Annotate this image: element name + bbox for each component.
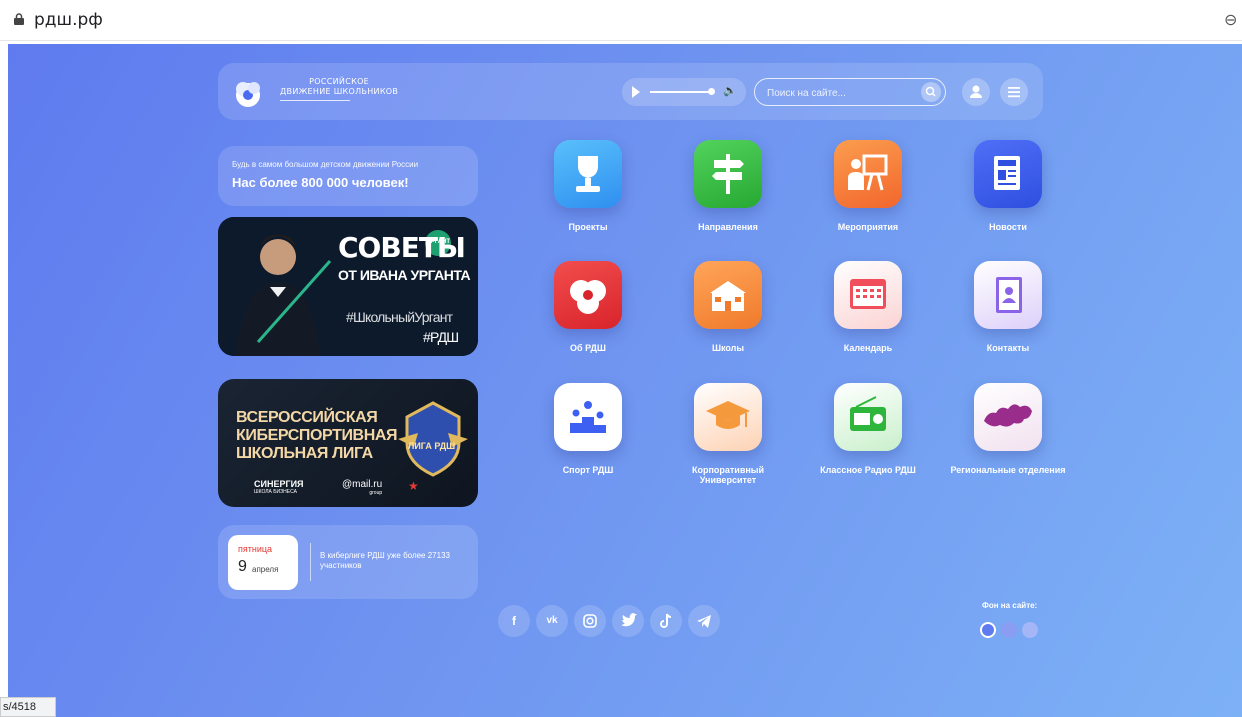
logo-text[interactable]: РОССИЙСКОЕ ДВИЖЕНИЕ ШКОЛЬНИКОВ bbox=[280, 77, 398, 97]
facebook-icon[interactable]: f bbox=[498, 605, 530, 637]
signpost-icon bbox=[694, 140, 762, 208]
search-icon bbox=[925, 86, 936, 97]
user-icon bbox=[970, 85, 982, 98]
search-input[interactable] bbox=[765, 83, 919, 103]
volume-track[interactable] bbox=[650, 91, 710, 93]
podium-icon bbox=[554, 383, 622, 451]
background-option-2[interactable] bbox=[1001, 622, 1017, 638]
date-note: В киберлиге РДШ уже более 27133 участник… bbox=[320, 551, 450, 570]
address-url[interactable]: рдш.рф bbox=[34, 10, 103, 30]
date-card: пятница 9 апреля В киберлиге РДШ уже бол… bbox=[218, 525, 478, 599]
date-month: апреля bbox=[252, 565, 279, 574]
audio-player: 🔈 bbox=[622, 78, 746, 106]
date-weekday: пятница bbox=[238, 544, 273, 554]
banner-urgant[interactable]: СОВЕТЫ УРГАНТ ОТ ИВАНА УРГАНТА #Школьный… bbox=[218, 217, 478, 356]
tile-label: Спорт РДШ bbox=[562, 465, 614, 475]
sponsor-synergy: СИНЕРГИЯ ШКОЛА БИЗНЕСА bbox=[254, 479, 304, 495]
tile-sport[interactable]: Спорт РДШ bbox=[528, 383, 648, 475]
user-button[interactable] bbox=[962, 78, 990, 106]
badge-text: УРГАНТ bbox=[427, 239, 451, 245]
russia-map-icon bbox=[974, 383, 1042, 451]
rdsh-logo-icon bbox=[554, 261, 622, 329]
newspaper-icon bbox=[974, 140, 1042, 208]
tagline-big: Нас более 800 000 человек! bbox=[232, 175, 409, 190]
background-picker-title: Фон на сайте: bbox=[982, 601, 1038, 610]
tiktok-icon[interactable] bbox=[650, 605, 682, 637]
background-option-1[interactable] bbox=[980, 622, 996, 638]
hamburger-icon bbox=[1008, 87, 1020, 98]
search-box bbox=[754, 78, 946, 106]
logo-underline bbox=[280, 100, 350, 101]
tile-label: Календарь bbox=[843, 343, 893, 353]
status-bar-url: s/4518 bbox=[0, 697, 56, 717]
banner-hashtag-rdsh: #РДШ bbox=[423, 329, 459, 345]
banner-cyberleague[interactable]: ВСЕРОССИЙСКАЯ КИБЕРСПОРТИВНАЯ ШКОЛЬНАЯ Л… bbox=[218, 379, 478, 507]
tile-contacts[interactable]: Контакты bbox=[948, 261, 1068, 353]
sponsor-star-icon: ★ bbox=[408, 479, 419, 493]
tile-label: Новости bbox=[989, 222, 1027, 232]
speaker-icon[interactable]: 🔈 bbox=[723, 84, 737, 97]
tile-label: Региональные отделения bbox=[950, 465, 1066, 475]
menu-button[interactable] bbox=[1000, 78, 1028, 106]
tagline-card: Будь в самом большом детском движении Ро… bbox=[218, 146, 478, 206]
instagram-icon[interactable] bbox=[574, 605, 606, 637]
graduation-cap-icon bbox=[694, 383, 762, 451]
rdsh-logo-icon[interactable] bbox=[232, 77, 264, 107]
tile-projects[interactable]: Проекты bbox=[528, 140, 648, 232]
zoom-icon[interactable]: ⊖ bbox=[1224, 10, 1237, 30]
tile-label: Корпоративный Университет bbox=[691, 465, 765, 485]
volume-knob[interactable] bbox=[708, 88, 715, 95]
league-line1: ВСЕРОССИЙСКАЯ bbox=[236, 409, 378, 426]
school-icon bbox=[694, 261, 762, 329]
tagline-small: Будь в самом большом детском движении Ро… bbox=[232, 160, 419, 169]
presenter-icon bbox=[834, 140, 902, 208]
tile-label: Мероприятия bbox=[837, 222, 899, 232]
date-day: 9 bbox=[238, 558, 247, 575]
date-separator bbox=[310, 543, 311, 581]
search-button[interactable] bbox=[921, 82, 941, 102]
tile-radio[interactable]: Классное Радио РДШ bbox=[808, 383, 928, 475]
vk-icon[interactable]: vk bbox=[536, 605, 568, 637]
tile-label: Проекты bbox=[568, 222, 608, 232]
background-option-3[interactable] bbox=[1022, 622, 1038, 638]
tile-directions[interactable]: Направления bbox=[668, 140, 788, 232]
tile-news[interactable]: Новости bbox=[948, 140, 1068, 232]
banner-subtitle: ОТ ИВАНА УРГАНТА bbox=[338, 267, 471, 283]
contacts-book-icon bbox=[974, 261, 1042, 329]
sponsor-mailru: @mail.ru group bbox=[342, 479, 383, 496]
league-emblem-text: ЛИГА РДШ bbox=[408, 441, 456, 451]
telegram-icon[interactable] bbox=[688, 605, 720, 637]
browser-address-bar: рдш.рф ⊖ bbox=[0, 0, 1242, 41]
play-icon[interactable] bbox=[632, 86, 640, 98]
tile-schools[interactable]: Школы bbox=[668, 261, 788, 353]
tile-label: Об РДШ bbox=[570, 343, 606, 353]
tile-label: Контакты bbox=[986, 343, 1030, 353]
tile-calendar[interactable]: Календарь bbox=[808, 261, 928, 353]
tile-university[interactable]: Корпоративный Университет bbox=[668, 383, 788, 485]
league-line3: ШКОЛЬНАЯ ЛИГА bbox=[236, 445, 373, 462]
header: РОССИЙСКОЕ ДВИЖЕНИЕ ШКОЛЬНИКОВ 🔈 bbox=[218, 63, 1043, 120]
tile-events[interactable]: Мероприятия bbox=[808, 140, 928, 232]
league-emblem-icon bbox=[398, 401, 468, 477]
lock-icon bbox=[14, 13, 24, 25]
tile-label: Направления bbox=[698, 222, 758, 232]
tile-about[interactable]: Об РДШ bbox=[528, 261, 648, 353]
twitter-icon[interactable] bbox=[612, 605, 644, 637]
tile-label: Школы bbox=[711, 343, 745, 353]
page: РОССИЙСКОЕ ДВИЖЕНИЕ ШКОЛЬНИКОВ 🔈 Поиск н… bbox=[8, 44, 1242, 717]
banner-title: СОВЕТЫ bbox=[338, 231, 466, 264]
calendar-icon bbox=[834, 261, 902, 329]
league-line2: КИБЕРСПОРТИВНАЯ bbox=[236, 427, 398, 444]
radio-icon bbox=[834, 383, 902, 451]
banner-hashtag: #ШкольныйУргант bbox=[346, 309, 453, 325]
tile-regional[interactable]: Региональные отделения bbox=[948, 383, 1068, 475]
tile-label: Классное Радио РДШ bbox=[820, 465, 916, 475]
date-box: пятница 9 апреля bbox=[228, 535, 298, 590]
trophy-icon bbox=[554, 140, 622, 208]
